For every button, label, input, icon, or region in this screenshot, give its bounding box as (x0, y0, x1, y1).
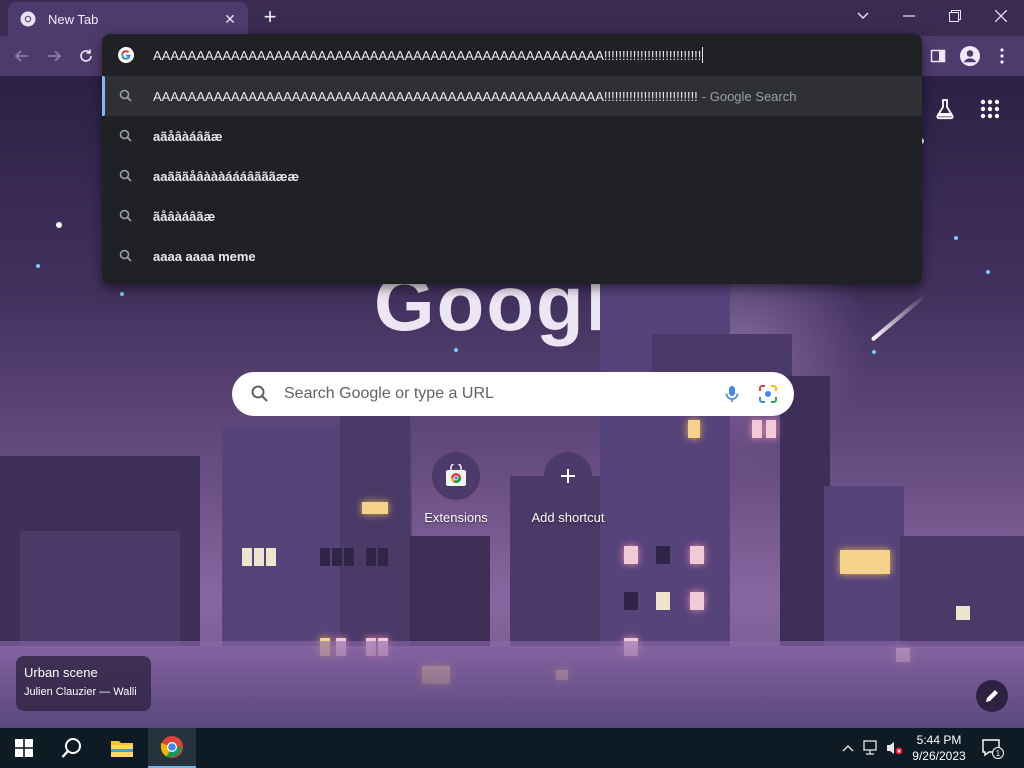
chrome-taskbar-button[interactable] (148, 728, 196, 768)
file-explorer-icon (111, 741, 133, 757)
clock-date: 9/26/2023 (912, 749, 966, 763)
volume-muted-icon[interactable] (884, 738, 904, 758)
star-shape (986, 270, 990, 274)
omnibox-popup: AAAAAAAAAAAAAAAAAAAAAAAAAAAAAAAAAAAAAAAA… (102, 34, 922, 284)
shortcut-label: Extensions (424, 510, 488, 525)
chrome-icon (161, 736, 183, 758)
search-icon (119, 129, 132, 142)
suggestion-row[interactable]: AAAAAAAAAAAAAAAAAAAAAAAAAAAAAAAAAAAAAAAA… (102, 76, 922, 116)
customize-chrome-button[interactable] (976, 680, 1008, 712)
close-window-button[interactable] (978, 0, 1024, 32)
water-reflection (0, 641, 1024, 728)
search-icon (61, 738, 81, 758)
suggestion-row[interactable]: aaaa aaaa meme (102, 236, 922, 276)
file-explorer-button[interactable] (98, 728, 146, 768)
labs-flask-icon[interactable] (934, 98, 956, 120)
search-icon (119, 209, 132, 222)
network-icon[interactable] (862, 738, 882, 758)
add-shortcut-button[interactable]: Add shortcut (512, 452, 624, 536)
plus-icon (561, 469, 575, 483)
tab-new-tab[interactable]: New Tab ✕ (8, 2, 248, 36)
star-shape (36, 264, 40, 268)
star-shape (56, 222, 62, 228)
background-attribution[interactable]: Urban scene Julien Clauzier — Walli (16, 656, 151, 711)
shortcut-label: Add shortcut (531, 510, 605, 525)
text-caret (702, 47, 704, 63)
side-panel-icon[interactable] (926, 44, 950, 68)
suggestion-row[interactable]: aaãããåâàààáááâãããææ (102, 156, 922, 196)
search-icon (119, 169, 132, 182)
tab-strip: New Tab ✕ + (0, 0, 1024, 36)
suggestion-row[interactable]: aãåâàáâãæ (102, 116, 922, 156)
taskbar-search-button[interactable] (48, 728, 96, 768)
new-tab-button[interactable]: + (258, 6, 282, 30)
notification-count: 1 (996, 749, 1001, 758)
taskbar-clock[interactable]: 5:44 PM 9/26/2023 (908, 732, 970, 764)
windows-start-icon (15, 739, 33, 757)
ntp-search-box[interactable] (232, 372, 794, 416)
clock-time: 5:44 PM (916, 733, 962, 747)
star-shape (954, 236, 958, 240)
google-g-icon (118, 47, 134, 63)
google-apps-icon[interactable] (980, 99, 1000, 119)
attribution-author: Julien Clauzier — Walli (24, 686, 137, 698)
suggestion-hint: - Google Search (701, 88, 797, 104)
suggestion-text: aaaa aaaa meme (153, 248, 256, 264)
omnibox-input[interactable]: AAAAAAAAAAAAAAAAAAAAAAAAAAAAAAAAAAAAAAAA… (153, 48, 701, 63)
reload-button[interactable] (74, 44, 98, 68)
star-shape (120, 292, 124, 296)
shortcut-extensions[interactable]: Extensions (400, 452, 512, 536)
search-icon (119, 249, 132, 262)
action-center-button[interactable]: 1 (980, 736, 1004, 760)
google-lens-icon[interactable] (758, 384, 778, 404)
forward-button[interactable] (42, 44, 66, 68)
omnibox-input-row[interactable]: AAAAAAAAAAAAAAAAAAAAAAAAAAAAAAAAAAAAAAAA… (102, 34, 922, 76)
back-button[interactable] (10, 44, 34, 68)
tab-title: New Tab (48, 11, 99, 27)
ntp-search-input[interactable] (284, 385, 722, 403)
chrome-web-store-icon (446, 464, 466, 486)
chrome-favicon-icon (20, 11, 36, 27)
shortcut-tile (432, 452, 480, 500)
notification-icon: 1 (982, 739, 1004, 759)
microphone-icon[interactable] (722, 384, 742, 404)
start-button[interactable] (0, 728, 48, 768)
suggestion-text: ãåâàáâãæ (153, 208, 216, 224)
restore-button[interactable] (932, 0, 978, 32)
suggestion-text: aãåâàáâãæ (153, 128, 223, 144)
show-hidden-icons-icon[interactable] (838, 738, 858, 758)
tab-search-icon[interactable] (840, 0, 886, 32)
minimize-button[interactable] (886, 0, 932, 32)
menu-kebab-icon[interactable] (990, 44, 1014, 68)
suggestion-row[interactable]: ãåâàáâãæ (102, 196, 922, 236)
pencil-icon (986, 690, 998, 702)
attribution-title: Urban scene (24, 665, 98, 680)
star-shape (872, 350, 876, 354)
suggestion-text: aaãããåâàààáááâãããææ (153, 168, 300, 184)
windows-taskbar: 5:44 PM 9/26/2023 1 (0, 728, 1024, 768)
shooting-star-shape (870, 293, 927, 342)
search-icon (251, 385, 268, 402)
tab-close-icon[interactable]: ✕ (222, 11, 238, 27)
search-icon (119, 89, 132, 102)
suggestion-text: AAAAAAAAAAAAAAAAAAAAAAAAAAAAAAAAAAAAAAAA… (153, 88, 698, 104)
profile-avatar-icon[interactable] (958, 44, 982, 68)
shortcut-tile (544, 452, 592, 500)
suggestion-list: AAAAAAAAAAAAAAAAAAAAAAAAAAAAAAAAAAAAAAAA… (102, 76, 922, 276)
